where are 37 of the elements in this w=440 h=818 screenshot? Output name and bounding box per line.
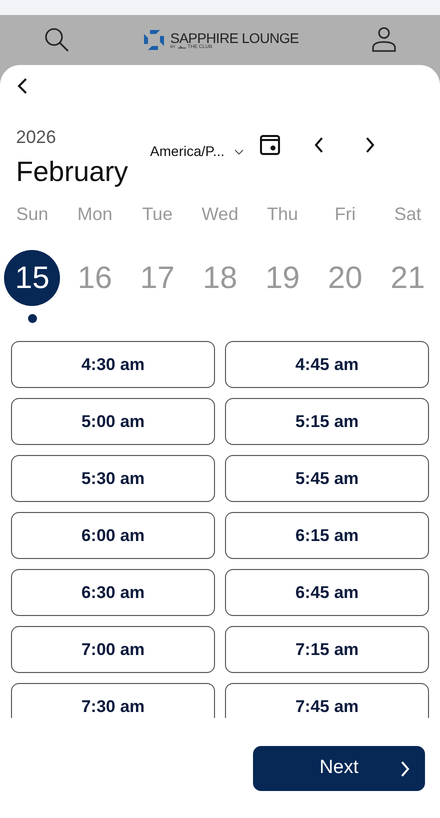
- time-slot-button[interactable]: 5:30 am: [11, 455, 215, 502]
- weekday-label: Sat: [393, 203, 422, 226]
- chevron-down-icon: [234, 148, 244, 154]
- back-icon[interactable]: [16, 77, 28, 95]
- weekday-label: Mon: [76, 203, 114, 226]
- weekday-label: Thu: [266, 203, 300, 226]
- next-button[interactable]: Next: [253, 746, 425, 791]
- time-slot-button[interactable]: 7:30 am: [11, 683, 215, 718]
- time-slot-button[interactable]: 5:15 am: [225, 398, 429, 445]
- previous-icon[interactable]: [314, 137, 324, 153]
- time-slot-button[interactable]: 7:15 am: [225, 626, 429, 673]
- time-slot-button[interactable]: 4:45 am: [225, 341, 429, 388]
- next-icon[interactable]: [365, 137, 376, 153]
- search-icon[interactable]: [44, 27, 70, 53]
- time-slot-button[interactable]: 7:45 am: [225, 683, 429, 718]
- time-slot-button[interactable]: 6:45 am: [225, 569, 429, 616]
- date-button[interactable]: 15: [4, 250, 60, 306]
- time-slot-button[interactable]: 6:00 am: [11, 512, 215, 559]
- time-slot-button[interactable]: 5:45 am: [225, 455, 429, 502]
- weekday-label: Fri: [334, 203, 357, 226]
- calendar-icon[interactable]: [260, 135, 280, 155]
- time-slot-button[interactable]: 6:15 am: [225, 512, 429, 559]
- time-slot-button[interactable]: 7:00 am: [11, 626, 215, 673]
- club-logo-icon: [178, 45, 186, 49]
- profile-icon[interactable]: [372, 27, 396, 53]
- weekday-label: Sun: [15, 203, 50, 226]
- logo-icon: [143, 29, 166, 51]
- month-label: February: [16, 155, 128, 189]
- chevron-right-icon: [400, 760, 410, 776]
- time-slot-button[interactable]: 4:30 am: [11, 341, 215, 388]
- brand-name: SAPPHIRE LOUNGE: [170, 30, 299, 44]
- time-slot-button[interactable]: 6:30 am: [11, 569, 215, 616]
- weekday-label: Wed: [200, 203, 240, 226]
- timezone-dropdown[interactable]: America/P...: [150, 141, 244, 162]
- time-slot-button[interactable]: 5:00 am: [11, 398, 215, 445]
- weekday-label: Tue: [141, 203, 174, 226]
- year-label: 2026: [16, 126, 58, 149]
